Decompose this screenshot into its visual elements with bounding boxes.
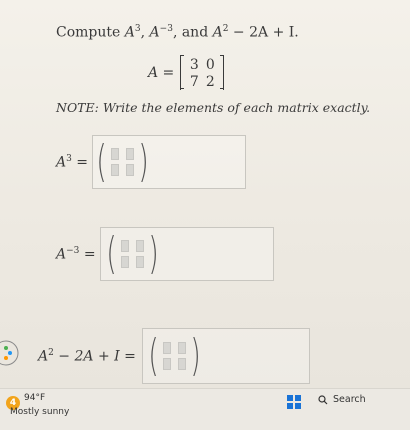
right-paren-icon: ) — [190, 330, 201, 381]
right-paren-icon: ) — [138, 136, 149, 187]
matrix-entry: 0 — [205, 56, 215, 73]
answer-box-expression[interactable]: ( ) — [141, 328, 310, 384]
prompt-sep: , and — [172, 24, 213, 41]
sidebar-widget-icon[interactable] — [0, 338, 24, 368]
matrix-cell-input[interactable] — [163, 342, 172, 354]
problem-prompt: Compute A3, A−3, and A2 − 2A + I. — [56, 24, 299, 41]
answer-label: A−3 = — [56, 245, 96, 263]
matrix-cell-input[interactable] — [135, 256, 144, 268]
matrix-entry: 3 — [189, 56, 199, 73]
matrix-a: 3 0 7 2 — [180, 55, 225, 90]
matrix-cell-input[interactable] — [126, 164, 135, 176]
answer-row-a-inverse-cubed: A−3 = ( ) — [56, 227, 274, 281]
matrix-label: A = — [148, 65, 175, 81]
matrix-input: ( ) — [145, 334, 204, 378]
matrix-cell-input[interactable] — [178, 342, 187, 354]
left-paren-icon: ( — [96, 136, 107, 187]
weather-temperature[interactable]: 94°F — [24, 393, 45, 403]
matrix-definition: A = 3 0 7 2 — [148, 55, 225, 90]
prompt-sep: , — [140, 24, 150, 41]
matrix-input: ( ) — [93, 140, 152, 184]
matrix-cell-input[interactable] — [126, 148, 135, 160]
answer-row-expression: A2 − 2A + I = ( ) — [38, 328, 310, 384]
answer-row-a-cubed: A3 = ( ) — [56, 135, 247, 189]
prompt-var: A — [124, 24, 135, 41]
matrix-cell-input[interactable] — [163, 358, 172, 370]
weather-condition[interactable]: Mostly sunny — [10, 407, 69, 417]
matrix-entry: 7 — [189, 73, 199, 90]
matrix-cells — [163, 342, 187, 370]
matrix-cells — [111, 148, 135, 176]
note-text: NOTE: Write the elements of each matrix … — [56, 100, 371, 115]
prompt-text: Compute — [56, 24, 125, 41]
matrix-entry: 2 — [205, 73, 215, 90]
matrix-cell-input[interactable] — [178, 358, 187, 370]
answer-label: A3 = — [56, 153, 89, 171]
matrix-cell-input[interactable] — [111, 164, 120, 176]
prompt-var: A — [212, 24, 223, 41]
answer-box-a-cubed[interactable]: ( ) — [92, 135, 247, 189]
matrix-cell-input[interactable] — [135, 240, 144, 252]
matrix-cell-input[interactable] — [111, 148, 120, 160]
problem-page: Compute A3, A−3, and A2 − 2A + I. A = 3 … — [0, 0, 410, 388]
left-paren-icon: ( — [148, 330, 159, 381]
search-icon[interactable] — [318, 395, 328, 405]
prompt-exp: −3 — [159, 24, 173, 34]
matrix-cell-input[interactable] — [120, 240, 129, 252]
matrix-input: ( ) — [103, 232, 162, 276]
matrix-cells — [120, 240, 144, 268]
answer-label: A2 − 2A + I = — [38, 347, 136, 365]
search-label[interactable]: Search — [333, 394, 366, 405]
prompt-var: A — [149, 24, 160, 41]
right-paren-icon: ) — [148, 228, 159, 279]
windows-start-icon[interactable] — [287, 395, 301, 409]
prompt-expr: − 2A + I. — [228, 24, 299, 41]
left-paren-icon: ( — [106, 228, 117, 279]
taskbar: 4 94°F Mostly sunny Search — [0, 388, 410, 430]
answer-box-a-inverse-cubed[interactable]: ( ) — [99, 227, 274, 281]
matrix-cell-input[interactable] — [120, 256, 129, 268]
